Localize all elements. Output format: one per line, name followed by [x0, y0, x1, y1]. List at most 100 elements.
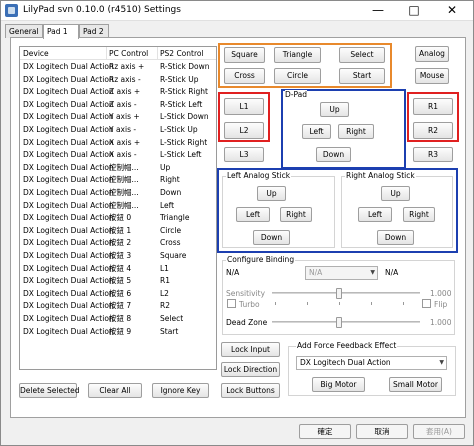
table-row[interactable]: DX Logitech Dual Action 按鈕 5 R1 [20, 276, 216, 287]
r1-button[interactable]: R1 [413, 98, 453, 115]
left-stick-down-button[interactable]: Down [253, 230, 290, 245]
table-row[interactable]: DX Logitech Dual Action Rz axis - R-Stick … [20, 75, 216, 86]
sensitivity-slider-thumb[interactable] [336, 288, 342, 299]
title-bar[interactable]: LilyPad svn 0.10.0 (r4510) Settings — □ … [1, 1, 473, 21]
table-row[interactable]: DX Logitech Dual Action 控制帽... Left [20, 201, 216, 212]
big-motor-button[interactable]: Big Motor [312, 377, 365, 392]
lock-direction-button[interactable]: Lock Direction [221, 362, 280, 377]
sensitivity-label: Sensitivity [226, 289, 266, 298]
tab-pad-2[interactable]: Pad 2 [79, 24, 109, 38]
bindings-list[interactable]: Device PC Control PS2 Control DX Logitec… [19, 46, 217, 370]
deadzone-slider-thumb[interactable] [336, 317, 342, 328]
l1-button[interactable]: L1 [224, 98, 264, 115]
table-row[interactable]: DX Logitech Dual Action Rz axis + R-Stick … [20, 62, 216, 73]
triangle-button[interactable]: Triangle [274, 47, 321, 63]
l2-button[interactable]: L2 [224, 122, 264, 139]
chevron-down-icon: ▼ [370, 269, 375, 276]
turbo-checkbox[interactable] [227, 299, 236, 308]
maximize-icon[interactable]: □ [397, 1, 431, 21]
table-row[interactable]: DX Logitech Dual Action Y axis + L-Stick D… [20, 112, 216, 123]
lock-input-button[interactable]: Lock Input [221, 342, 280, 357]
binding-source-label: N/A [226, 268, 240, 277]
row-ps2-control: Up [160, 162, 171, 172]
table-row[interactable]: DX Logitech Dual Action 按鈕 3 Square [20, 251, 216, 262]
deadzone-slider[interactable] [272, 321, 420, 323]
table-row[interactable]: DX Logitech Dual Action X axis + L-Stick R… [20, 138, 216, 149]
table-row[interactable]: DX Logitech Dual Action Z axis + R-Stick R… [20, 87, 216, 98]
table-row[interactable]: DX Logitech Dual Action 按鈕 6 L2 [20, 289, 216, 300]
slider-tick [339, 302, 340, 305]
table-row[interactable]: DX Logitech Dual Action 按鈕 9 Start [20, 327, 216, 338]
table-row[interactable]: DX Logitech Dual Action 按鈕 0 Triangle [20, 213, 216, 224]
r3-button[interactable]: R3 [413, 147, 453, 162]
dpad-right-button[interactable]: Right [338, 124, 374, 139]
table-row[interactable]: DX Logitech Dual Action 按鈕 7 R2 [20, 301, 216, 312]
column-device[interactable]: Device [23, 49, 49, 58]
left-stick-left-button[interactable]: Left [236, 207, 270, 222]
dpad-down-button[interactable]: Down [316, 147, 351, 162]
row-device: DX Logitech Dual Action [23, 150, 114, 160]
row-ps2-control: L-Stick Down [160, 112, 209, 122]
table-row[interactable]: DX Logitech Dual Action Y axis - L-Stick U… [20, 125, 216, 136]
lock-buttons-button[interactable]: Lock Buttons [221, 383, 280, 398]
apply-button[interactable]: 套用(A) [413, 424, 465, 439]
r2-button[interactable]: R2 [413, 122, 453, 139]
row-pc-control: 按鈕 2 [109, 238, 132, 248]
cross-button[interactable]: Cross [224, 68, 265, 84]
row-ps2-control: L-Stick Right [160, 137, 208, 147]
force-feedback-device-select[interactable]: DX Logitech Dual Action ▼ [296, 356, 447, 370]
row-pc-control: 按鈕 8 [109, 314, 132, 323]
deadzone-label: Dead Zone [226, 318, 268, 327]
right-stick-down-button[interactable]: Down [377, 230, 414, 245]
clear-all-button[interactable]: Clear All [88, 383, 142, 398]
row-device: DX Logitech Dual Action [23, 125, 114, 134]
left-stick-up-button[interactable]: Up [257, 186, 286, 201]
row-pc-control: 按鈕 0 [109, 213, 132, 223]
column-pc-control[interactable]: PC Control [109, 49, 148, 58]
table-row[interactable]: DX Logitech Dual Action 控制帽... Right [20, 175, 216, 186]
square-button[interactable]: Square [224, 47, 265, 63]
row-pc-control: Rz axis - [109, 74, 141, 84]
binding-axis-select[interactable]: N/A ▼ [305, 266, 378, 280]
select-button[interactable]: Select [339, 47, 385, 63]
table-row[interactable]: DX Logitech Dual Action 按鈕 1 Circle [20, 226, 216, 237]
flip-checkbox[interactable] [422, 299, 431, 308]
delete-selected-button[interactable]: Delete Selected [19, 383, 80, 398]
right-stick-left-button[interactable]: Left [358, 207, 392, 222]
table-row[interactable]: DX Logitech Dual Action 按鈕 8 Select [20, 314, 216, 325]
table-row[interactable]: DX Logitech Dual Action 按鈕 4 L1 [20, 264, 216, 275]
dpad-left-button[interactable]: Left [302, 124, 331, 139]
list-header: Device PC Control PS2 Control [20, 47, 216, 60]
analog-button[interactable]: Analog [415, 46, 449, 62]
table-row[interactable]: DX Logitech Dual Action 控制帽... Down [20, 188, 216, 199]
table-row[interactable]: DX Logitech Dual Action Z axis - R-Stick L… [20, 100, 216, 111]
ok-button[interactable]: 確定 [299, 424, 351, 439]
ignore-key-button[interactable]: Ignore Key [152, 383, 209, 398]
right-stick-up-button[interactable]: Up [381, 186, 410, 201]
turbo-label: Turbo [239, 300, 260, 309]
mouse-button[interactable]: Mouse [415, 68, 449, 84]
column-ps2-control[interactable]: PS2 Control [160, 49, 204, 58]
l3-button[interactable]: L3 [224, 147, 264, 162]
close-icon[interactable]: ✕ [433, 1, 471, 21]
right-stick-right-button[interactable]: Right [403, 207, 435, 222]
deadzone-value: 1.000 [430, 318, 452, 327]
left-stick-right-button[interactable]: Right [280, 207, 312, 222]
row-ps2-control: L-Stick Left [160, 150, 202, 160]
start-button[interactable]: Start [339, 68, 385, 84]
tab-pad-1[interactable]: Pad 1 [43, 24, 79, 39]
tab-general[interactable]: General [5, 24, 43, 38]
row-device: DX Logitech Dual Action [23, 288, 114, 298]
sensitivity-slider[interactable] [272, 292, 420, 294]
row-pc-control: Z axis - [109, 99, 137, 109]
table-row[interactable]: DX Logitech Dual Action 控制帽... Up [20, 163, 216, 174]
small-motor-button[interactable]: Small Motor [389, 377, 442, 392]
circle-button[interactable]: Circle [274, 68, 321, 84]
minimize-icon[interactable]: — [361, 1, 395, 21]
cancel-button[interactable]: 取消 [356, 424, 408, 439]
row-pc-control: 按鈕 6 [109, 288, 132, 298]
binding-axis-value: N/A [309, 268, 323, 277]
table-row[interactable]: DX Logitech Dual Action X axis - L-Stick L… [20, 150, 216, 161]
table-row[interactable]: DX Logitech Dual Action 按鈕 2 Cross [20, 238, 216, 249]
dpad-up-button[interactable]: Up [320, 102, 349, 117]
